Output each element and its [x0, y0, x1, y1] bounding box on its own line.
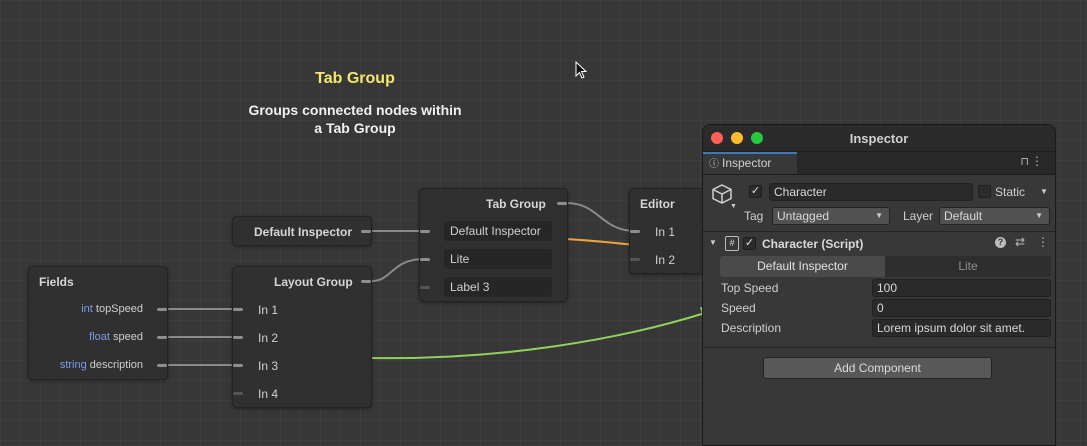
active-checkbox[interactable]: ✓ [749, 185, 762, 198]
script-icon: # [725, 236, 739, 251]
port-lite: Lite [444, 249, 552, 269]
layout-group-node-header: Layout Group [274, 275, 353, 289]
toggle-lite[interactable]: Lite [885, 256, 1051, 277]
editor-node-header: Editor [640, 197, 675, 211]
port-in3: In 3 [258, 359, 279, 373]
layer-label: Layer [903, 209, 934, 223]
layout-group-node[interactable]: Layout Group In 1 In 2 In 3 In 4 [232, 266, 372, 408]
more-menu-icon[interactable]: ⋮ [1031, 154, 1043, 168]
foldout-arrow-icon[interactable]: ▼ [709, 238, 717, 247]
tab-group-node[interactable]: Tab Group Default Inspector Lite Label 3 [419, 188, 568, 302]
input-pin-in4[interactable] [233, 392, 243, 395]
field-row-speed: float speed [89, 331, 143, 343]
field-type: int [81, 303, 93, 315]
wire-layout-group-to-lite [371, 258, 425, 282]
field-type: string [59, 359, 87, 371]
port-in2: In 2 [655, 253, 676, 267]
output-pin-topspeed[interactable] [157, 308, 167, 311]
output-pin[interactable] [557, 202, 567, 205]
input-pin-in2[interactable] [233, 336, 243, 339]
input-pin-label3[interactable] [420, 286, 430, 289]
field-label-speed: Speed [721, 301, 756, 315]
port-label3: Label 3 [444, 277, 552, 297]
toggle-default-inspector[interactable]: Default Inspector [720, 256, 885, 277]
tab-label: Inspector [722, 156, 772, 170]
component-title[interactable]: Character (Script) [762, 237, 863, 251]
input-pin-lite[interactable] [420, 258, 430, 261]
field-label-top-speed: Top Speed [721, 281, 779, 295]
port-default-inspector: Default Inspector [444, 221, 552, 241]
canvas-title: Tab Group [315, 70, 395, 87]
field-name: description [89, 359, 143, 371]
chevron-down-icon: ▼ [1035, 211, 1043, 220]
canvas-description-line1: Groups connected nodes within [248, 102, 462, 118]
wire-green-in3 [371, 311, 709, 360]
speed-input[interactable]: 0 [872, 299, 1051, 317]
input-pin-in1[interactable] [630, 230, 640, 233]
tag-value: Untagged [777, 209, 830, 223]
component-enabled-checkbox[interactable]: ✓ [743, 237, 756, 250]
field-label-description: Description [721, 321, 782, 335]
field-row-description: string description [60, 359, 143, 371]
divider [703, 231, 1055, 232]
output-pin-description[interactable] [157, 364, 167, 367]
wire-tab-group-to-editor [565, 202, 637, 232]
add-component-button[interactable]: Add Component [763, 357, 992, 379]
tag-label: Tag [744, 209, 764, 223]
tab-bar: ⓘ Inspector ⊓ ⋮ [703, 152, 1055, 175]
layer-dropdown[interactable]: Default ▼ [939, 207, 1050, 225]
port-in1: In 1 [258, 303, 279, 317]
description-input[interactable]: Lorem ipsum dolor sit amet. [872, 319, 1051, 337]
input-pin-in2[interactable] [630, 258, 640, 261]
default-inspector-node[interactable]: Default Inspector [232, 216, 372, 246]
output-pin[interactable] [361, 280, 371, 283]
tag-dropdown[interactable]: Untagged ▼ [772, 207, 890, 225]
inspector-mode-toggle: Default Inspector Lite [720, 256, 1051, 277]
static-checkbox[interactable] [978, 185, 991, 198]
info-icon: ⓘ [709, 159, 719, 170]
static-dropdown-arrow-icon[interactable]: ▼ [1040, 187, 1048, 196]
mouse-cursor-icon [575, 61, 588, 79]
input-pin-in1[interactable] [233, 308, 243, 311]
icon-dropdown-arrow-icon[interactable]: ▼ [730, 203, 737, 210]
port-in4: In 4 [258, 387, 279, 401]
canvas-description-line2: a Tab Group [314, 120, 396, 136]
fields-node[interactable]: Fields int topSpeed float speed string d… [28, 266, 168, 380]
inspector-window: Inspector ⓘ Inspector ⊓ ⋮ ▼ ✓ Character S… [702, 124, 1056, 446]
inspector-titlebar[interactable]: Inspector [703, 125, 1055, 152]
divider [703, 347, 1055, 348]
tab-inspector[interactable]: ⓘ Inspector [703, 152, 797, 174]
help-icon[interactable]: ? [995, 237, 1006, 248]
chevron-down-icon: ▼ [875, 211, 883, 220]
component-menu-icon[interactable]: ⋮ [1037, 235, 1049, 249]
input-pin-default-inspector[interactable] [420, 230, 430, 233]
field-name: speed [113, 331, 143, 343]
port-in2: In 2 [258, 331, 279, 345]
output-pin[interactable] [361, 230, 371, 233]
fields-node-header: Fields [39, 275, 74, 289]
port-in1: In 1 [655, 225, 676, 239]
window-title: Inspector [849, 131, 909, 146]
field-name: topSpeed [95, 303, 143, 315]
output-pin-speed[interactable] [157, 336, 167, 339]
tab-group-node-header: Tab Group [486, 197, 546, 211]
field-row-topspeed: int topSpeed [81, 303, 143, 315]
static-label: Static [995, 185, 1026, 199]
default-inspector-node-header: Default Inspector [254, 225, 353, 239]
lock-icon[interactable]: ⊓ [1020, 155, 1029, 168]
field-type: float [89, 331, 110, 343]
layer-value: Default [944, 209, 983, 223]
object-name-field[interactable]: Character [769, 183, 973, 201]
preset-settings-icon[interactable]: ⇄ [1015, 235, 1025, 249]
input-pin-in3[interactable] [233, 364, 243, 367]
top-speed-input[interactable]: 100 [872, 279, 1051, 297]
